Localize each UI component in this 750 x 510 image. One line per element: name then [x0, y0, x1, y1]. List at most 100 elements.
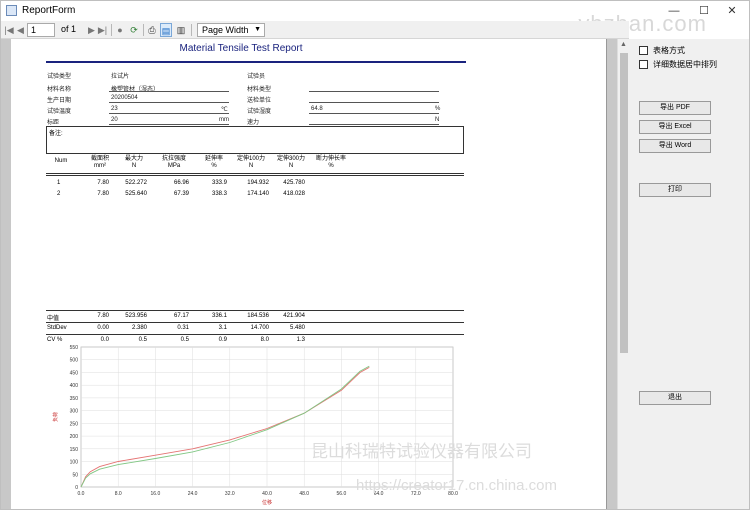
page-number-input[interactable]: 1	[27, 23, 55, 37]
print-icon[interactable]: ⎙	[146, 23, 158, 37]
table-header: 延伸率	[204, 156, 223, 162]
y-tick-label: 50	[72, 472, 78, 478]
toolbar-separator	[191, 24, 192, 36]
field-underline	[309, 124, 439, 125]
y-tick-label: 100	[70, 460, 79, 466]
field-underline	[309, 102, 439, 103]
info-value: 20200504	[111, 95, 138, 101]
remark-box: 备注:	[46, 126, 464, 154]
stats-cell: 7.80	[97, 313, 109, 319]
exit-button[interactable]: 退出	[639, 391, 711, 405]
table-cell: 194.932	[247, 180, 269, 186]
report-page: Material Tensile Test Report 试验类型 拉试片 材料…	[11, 39, 607, 509]
vertical-scrollbar[interactable]: ▲	[617, 39, 629, 509]
stats-cell: 336.1	[211, 313, 227, 319]
toolbar-separator	[111, 24, 112, 36]
report-toolbar: |◀ ◀ 1 of 1 ▶ ▶| ● ⟳ ⎙ ▤ ▥ Page Width ▼	[1, 21, 629, 39]
stats-cell: 14.700	[250, 325, 269, 331]
y-tick-label: 150	[70, 447, 79, 453]
table-header-rule	[46, 173, 464, 174]
checkbox-box[interactable]	[639, 60, 648, 69]
stats-cell: 0.00	[97, 325, 109, 331]
checkbox-label: 详细数据居中排列	[653, 60, 717, 69]
table-header-unit: N	[288, 163, 294, 169]
info-value: 20	[111, 117, 118, 123]
stop-icon[interactable]: ●	[115, 23, 125, 37]
field-underline	[109, 113, 229, 114]
print-layout-icon[interactable]: ▤	[160, 23, 172, 37]
window-title: ReportForm	[22, 5, 76, 16]
stats-cell: 184.536	[247, 313, 269, 319]
y-tick-label: 550	[70, 345, 79, 351]
export-excel-button[interactable]: 导出 Excel	[639, 120, 711, 134]
table-cell: 7.80	[97, 180, 109, 186]
stats-rule	[46, 322, 464, 323]
export-word-button[interactable]: 导出 Word	[639, 139, 711, 153]
table-header-unit: N	[131, 163, 137, 169]
watermark-url: https://creator17.cn.china.com	[356, 477, 557, 494]
stats-label: StdDev	[47, 325, 67, 331]
print-button[interactable]: 打印	[639, 183, 711, 197]
table-mode-checkbox[interactable]: 表格方式	[639, 45, 749, 57]
info-label: 试验员	[247, 74, 266, 80]
report-viewport[interactable]: Material Tensile Test Report 试验类型 拉试片 材料…	[1, 39, 617, 509]
refresh-icon[interactable]: ⟳	[128, 23, 140, 37]
info-unit: ℃	[221, 107, 228, 113]
table-cell: 522.272	[125, 180, 147, 186]
info-label: 试验类型	[47, 74, 72, 80]
zoom-select[interactable]: Page Width ▼	[197, 23, 265, 37]
stats-cell: 3.1	[218, 325, 227, 331]
table-cell: 67.39	[173, 191, 189, 197]
field-underline	[309, 113, 439, 114]
table-header-rule	[46, 175, 464, 176]
close-button[interactable]: ✕	[713, 1, 750, 21]
x-tick-label: 16.0	[151, 491, 161, 497]
export-pdf-button[interactable]: 导出 PDF	[639, 101, 711, 115]
info-label: 生产日期	[47, 98, 72, 104]
info-value: 23	[111, 106, 118, 112]
stats-cell: 2.380	[131, 325, 147, 331]
app-icon	[6, 5, 17, 16]
table-cell: 338.3	[211, 191, 227, 197]
x-tick-label: 24.0	[188, 491, 198, 497]
field-underline	[109, 124, 229, 125]
checkbox-label: 表格方式	[653, 46, 685, 55]
last-page-icon[interactable]: ▶|	[97, 23, 108, 37]
next-page-icon[interactable]: ▶	[87, 23, 96, 37]
table-header: 最大力	[124, 156, 143, 162]
table-header-unit: %	[211, 163, 217, 169]
toolbar-separator	[143, 24, 144, 36]
y-tick-label: 200	[70, 434, 79, 440]
x-tick-label: 8.0	[115, 491, 122, 497]
info-label: 材料类型	[247, 87, 272, 93]
table-cell: 174.140	[247, 191, 269, 197]
table-header: 截面积	[90, 156, 109, 162]
table-cell: 425.780	[283, 180, 305, 186]
center-data-checkbox[interactable]: 详细数据居中排列	[639, 59, 749, 71]
table-cell: 66.96	[173, 180, 189, 186]
watermark-company: 昆山科瑞特试验仪器有限公司	[311, 442, 532, 461]
page-setup-icon[interactable]: ▥	[175, 23, 187, 37]
table-header: 抗拉强度	[161, 156, 186, 162]
field-underline	[109, 91, 229, 92]
checkbox-box[interactable]	[639, 46, 648, 55]
table-cell: 525.640	[125, 191, 147, 197]
stats-cell: 0.31	[177, 325, 189, 331]
info-label: 送检单位	[247, 98, 272, 104]
info-label: 速力	[247, 120, 260, 126]
first-page-icon[interactable]: |◀	[4, 23, 14, 37]
y-tick-label: 250	[70, 421, 79, 427]
scroll-up-icon[interactable]: ▲	[620, 41, 627, 48]
y-tick-label: 300	[70, 409, 79, 415]
prev-page-icon[interactable]: ◀	[16, 23, 25, 37]
stats-rule	[46, 334, 464, 335]
table-cell: 333.9	[211, 180, 227, 186]
options-panel: 表格方式 详细数据居中排列 导出 PDF 导出 Excel 导出 Word 打印…	[629, 39, 749, 509]
x-tick-label: 0.0	[78, 491, 85, 497]
table-header: 断力伸长率	[315, 156, 346, 162]
y-tick-label: 500	[70, 358, 79, 364]
info-unit: mm	[219, 117, 229, 123]
y-tick-label: 450	[70, 370, 79, 376]
scrollbar-thumb[interactable]	[620, 53, 628, 353]
x-tick-label: 32.0	[225, 491, 235, 497]
